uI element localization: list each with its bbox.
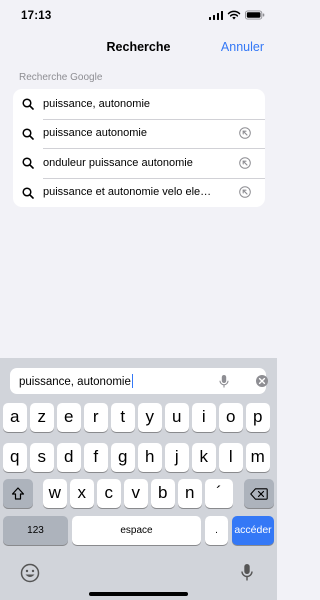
battery-icon	[245, 10, 265, 20]
key-o[interactable]: o	[219, 403, 243, 432]
key-accent[interactable]: ´	[205, 479, 233, 508]
key-g[interactable]: g	[111, 443, 135, 472]
key-l[interactable]: l	[219, 443, 243, 472]
text-caret	[131, 374, 134, 388]
shift-arrow-icon	[11, 487, 25, 500]
status-time: 17:13	[21, 10, 52, 22]
key-x[interactable]: x	[70, 479, 94, 508]
key-v[interactable]: v	[124, 479, 148, 508]
emoji-icon[interactable]	[20, 563, 40, 583]
status-icons	[208, 10, 266, 20]
key-h[interactable]: h	[138, 443, 162, 472]
key-m[interactable]: m	[246, 443, 270, 472]
suggestion-text: onduleur puissance autonomie	[43, 156, 193, 169]
fill-arrow-icon[interactable]	[239, 156, 251, 169]
microphone-icon[interactable]	[217, 374, 231, 389]
search-icon	[22, 127, 34, 140]
search-icon	[22, 98, 34, 110]
key-q[interactable]: q	[3, 443, 27, 472]
key-f[interactable]: f	[84, 443, 108, 472]
key-j[interactable]: j	[165, 443, 189, 472]
delete-icon	[250, 487, 268, 500]
status-bar: 17:13	[0, 0, 277, 34]
suggestion-row[interactable]: puissance et autonomie velo ele…	[13, 177, 265, 208]
key-u[interactable]: u	[165, 403, 189, 432]
home-indicator	[89, 592, 188, 596]
suggestion-list: puissance, autonomie puissance autonomie…	[13, 89, 265, 207]
delete-key[interactable]	[244, 479, 274, 508]
fill-arrow-icon[interactable]	[239, 127, 251, 139]
period-key[interactable]: .	[205, 516, 228, 545]
keyboard: puissance, autonomie a z e r t y u i o p…	[0, 358, 277, 600]
search-input-value: puissance, autonomie	[19, 376, 131, 388]
key-e[interactable]: e	[57, 403, 81, 432]
suggestion-row[interactable]: puissance autonomie	[13, 118, 265, 149]
key-i[interactable]: i	[192, 403, 216, 432]
key-p[interactable]: p	[246, 403, 270, 432]
wifi-icon	[227, 10, 241, 20]
numbers-key[interactable]: 123	[3, 516, 68, 545]
key-t[interactable]: t	[111, 403, 135, 432]
suggestion-text: puissance et autonomie velo ele…	[43, 186, 212, 199]
cellular-signal-icon	[208, 10, 223, 20]
suggestion-text: puissance, autonomie	[43, 97, 151, 110]
dictation-icon[interactable]	[240, 563, 254, 582]
fill-arrow-icon[interactable]	[239, 186, 251, 198]
search-icon	[22, 157, 34, 169]
space-key[interactable]: espace	[72, 516, 201, 545]
suggestion-row[interactable]: onduleur puissance autonomie	[13, 148, 265, 178]
key-n[interactable]: n	[178, 479, 202, 508]
section-header-google: Recherche Google	[19, 72, 103, 83]
key-a[interactable]: a	[3, 403, 27, 432]
key-b[interactable]: b	[151, 479, 175, 508]
key-z[interactable]: z	[30, 403, 54, 432]
key-r[interactable]: r	[84, 403, 108, 432]
key-y[interactable]: y	[138, 403, 162, 432]
key-c[interactable]: c	[97, 479, 121, 508]
key-s[interactable]: s	[30, 443, 54, 472]
search-input-text: puissance, autonomie	[19, 374, 134, 388]
go-key[interactable]: accéder	[232, 516, 274, 545]
key-w[interactable]: w	[43, 479, 67, 508]
search-input[interactable]: puissance, autonomie	[10, 368, 269, 394]
key-d[interactable]: d	[57, 443, 81, 472]
shift-key[interactable]	[3, 479, 33, 508]
search-icon	[22, 186, 34, 199]
cancel-button[interactable]: Annuler	[221, 40, 264, 54]
suggestion-text: puissance autonomie	[43, 127, 147, 140]
key-k[interactable]: k	[192, 443, 216, 472]
clear-icon[interactable]	[255, 374, 269, 388]
suggestion-row[interactable]: puissance, autonomie	[13, 89, 265, 119]
